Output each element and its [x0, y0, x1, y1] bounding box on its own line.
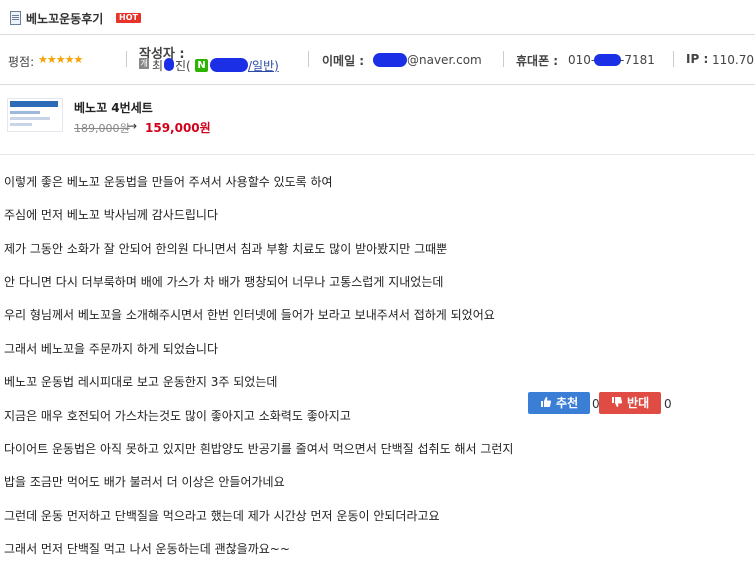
review-line: 제가 그동안 소화가 잘 안되어 한의원 다니면서 침과 부황 치료도 많이 받…	[4, 241, 448, 256]
info-divider	[0, 84, 755, 85]
redaction-mark	[594, 54, 621, 66]
review-line: 다이어트 운동법은 아직 못하고 있지만 흰밥양도 반공기를 줄여서 먹으면서 …	[4, 441, 514, 456]
recommend-button[interactable]: 추천	[528, 392, 590, 414]
phone-suffix: -7181	[620, 53, 655, 67]
product-name[interactable]: 베노꼬 4번세트	[74, 99, 153, 116]
header-divider	[0, 34, 755, 35]
phone-label: 휴대폰 :	[516, 54, 559, 68]
original-price: 189,000원	[74, 122, 130, 135]
divider	[308, 51, 309, 67]
naver-icon: N	[195, 59, 208, 72]
price-arrow: →	[127, 119, 138, 133]
divider	[503, 51, 504, 67]
group-icon: 개	[139, 58, 149, 69]
oppose-count: 0	[664, 397, 672, 411]
redaction-mark	[210, 58, 248, 72]
email-label: 이메일 :	[322, 54, 365, 68]
author-grade[interactable]: /일반)	[248, 57, 279, 74]
phone-prefix: 010-	[568, 53, 596, 67]
review-line: 그래서 먼저 단백질 먹고 나서 운동하는데 괜찮을까요~~	[4, 542, 290, 557]
thumbs-down-icon	[611, 397, 622, 407]
hot-badge: HOT	[116, 13, 141, 23]
ip-label: IP :	[686, 52, 709, 66]
document-icon	[10, 11, 21, 25]
thumbs-up-icon	[540, 397, 551, 407]
review-body: 이렇게 좋은 베노꼬 운동법을 만들어 주셔서 사용할수 있도록 하여 주심에 …	[4, 157, 513, 575]
review-line: 안 다니면 다시 더부룩하며 배에 가스가 차 배가 팽창되어 너무나 고통스럽…	[4, 274, 444, 289]
review-line: 우리 형님께서 베노꼬을 소개해주시면서 한번 인터넷에 들어가 보라고 보내주…	[4, 308, 495, 323]
review-line: 그래서 베노꼬을 주문까지 하게 되었습니다	[4, 341, 218, 356]
review-line: 베노꼬 운동법 레시피대로 보고 운동한지 3주 되었는데	[4, 375, 278, 390]
divider	[126, 51, 127, 67]
author-name-suffix: 진(	[175, 59, 191, 73]
review-line: 이렇게 좋은 베노꼬 운동법을 만들어 주셔서 사용할수 있도록 하여	[4, 174, 333, 189]
product-thumbnail[interactable]	[7, 98, 63, 132]
divider	[673, 51, 674, 67]
recommend-label: 추천	[556, 396, 579, 410]
product-divider	[0, 154, 755, 155]
review-line: 지금은 매우 호전되어 가스차는것도 많이 좋아지고 소화력도 좋아지고	[4, 408, 351, 423]
post-title: 베노꼬운동후기	[26, 12, 104, 26]
redaction-mark	[373, 53, 407, 67]
review-line: 주심에 먼저 베노꼬 박사님께 감사드립니다	[4, 208, 218, 223]
sale-price: 159,000원	[145, 121, 211, 135]
ip-value: 110.70.5	[712, 53, 755, 67]
rating-label: 평점:	[8, 55, 35, 69]
rating-stars: ★★★★★	[38, 53, 83, 66]
author-name-prefix: 최	[152, 59, 164, 73]
oppose-button[interactable]: 반대	[599, 392, 661, 414]
review-line: 그런데 운동 먼저하고 단백질을 먹으라고 했는데 제가 시간상 먼저 운동이 …	[4, 508, 440, 523]
email-domain: @naver.com	[407, 53, 482, 67]
review-line: 밥을 조금만 먹어도 배가 불러서 더 이상은 안들어가네요	[4, 475, 285, 490]
oppose-label: 반대	[627, 396, 650, 410]
redaction-mark	[164, 58, 174, 71]
